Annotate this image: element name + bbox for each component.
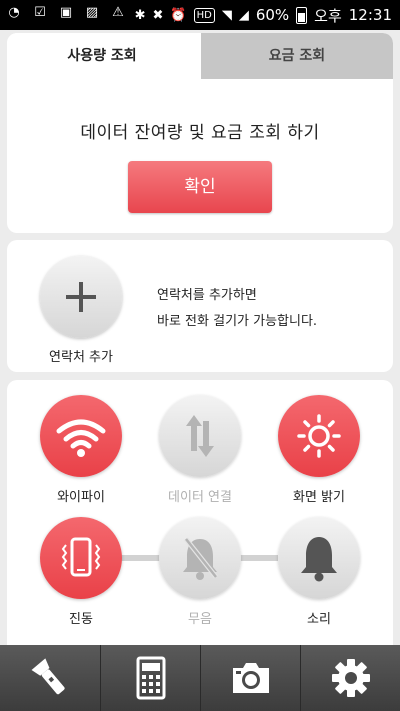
data-toggle[interactable] [159,395,241,477]
usb-icon: ☑ [34,5,46,20]
camera-icon [233,663,269,693]
brightness-label: 화면 밝기 [293,490,345,505]
wifi-label: 와이파이 [57,490,105,505]
alarm-icon: ⏰ [170,7,187,23]
sun-icon [297,414,341,458]
warning-icon: ⚠ [112,5,124,20]
brightness-button[interactable] [278,395,360,477]
tab-fee[interactable]: 요금 조회 [201,33,393,79]
mute-status-icon: ✖ [152,7,164,23]
vibrate-toggle[interactable] [40,517,122,599]
usage-card: 사용량 조회 요금 조회 데이터 잔여량 및 요금 조회 하기 확인 [7,33,393,233]
sound-toggle[interactable] [278,517,360,599]
mute-label: 무음 [188,612,212,627]
signal-icon: ◢ [238,7,249,23]
status-bar: ◔ ☑ ▣ ▨ ⚠ ✱ ✖ ⏰ HD ◥ ◢ 60% 오후 12:31 [0,0,400,30]
battery-icon [296,6,308,24]
camera-button[interactable] [201,645,300,711]
flashlight-button[interactable] [0,645,99,711]
bluetooth-icon: ✱ [134,7,146,23]
ampm: 오후 [314,6,342,25]
wifi-toggle[interactable] [40,395,122,477]
usage-headline: 데이터 잔여량 및 요금 조회 하기 [80,123,320,143]
calculator-icon [136,656,166,700]
wifi-icon [56,419,106,457]
confirm-button[interactable]: 확인 [128,161,272,213]
contact-card: 연락처 추가 연락처를 추가하면 바로 전화 걸기가 가능합니다. [7,240,393,372]
add-contact-button[interactable] [40,256,122,338]
vibrate-label: 진동 [69,612,93,627]
flashlight-icon [31,658,65,695]
sound-label: 소리 [307,612,331,627]
add-contact-label: 연락처 추가 [49,350,113,365]
mute-toggle[interactable] [159,517,241,599]
data-label: 데이터 연결 [168,490,232,505]
settings-icon [332,659,370,697]
wifi-status-icon: ◥ [221,7,232,23]
contact-desc-line2: 바로 전화 걸기가 가능합니다. [157,314,318,329]
contact-description: 연락처를 추가하면 바로 전화 걸기가 가능합니다. [157,283,317,335]
app-notification-icon: ◔ [8,5,20,20]
image-icon: ▣ [59,5,73,20]
clock: 12:31 [348,6,392,24]
bell-off-icon [183,537,218,580]
hd-voice-icon: HD [193,7,215,23]
vibrate-phone-icon [61,537,101,577]
tab-usage[interactable]: 사용량 조회 [7,33,197,79]
bell-icon [301,537,337,582]
battery-percent: 60% [255,6,290,24]
sound-mode-connector [120,555,160,561]
sound-mode-connector [240,555,278,561]
contact-desc-line1: 연락처를 추가하면 [157,288,257,303]
settings-button[interactable] [301,645,400,711]
gallery-icon: ▨ [85,5,99,20]
calculator-button[interactable] [101,645,200,711]
data-transfer-icon [186,415,214,457]
bottom-toolbar [0,645,400,711]
